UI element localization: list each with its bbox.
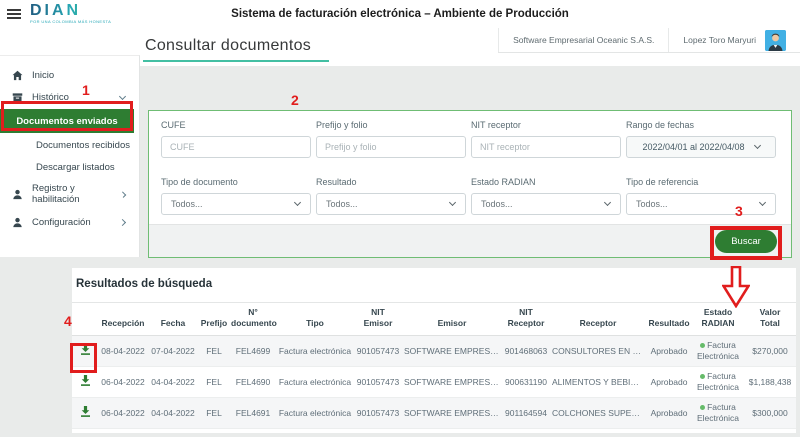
results-heading: Resultados de búsqueda [76,278,212,290]
page-title: Consultar documentos [145,37,311,55]
panel-footer: Buscar [149,224,791,257]
results-table: Recepción Fecha Prefijo N°documento Tipo… [72,302,796,429]
hamburger-menu-icon[interactable] [7,9,21,20]
top-bar: DIAN POR UNA COLOMBIA MÁS HONESTA Sistem… [0,0,800,28]
chevron-down-icon [449,199,456,206]
user-icon [12,189,23,200]
annotation-step-4: 4 [64,313,72,329]
estado-radian-cell: Factura Electrónica [692,398,744,429]
sidebar-item-registro[interactable]: Registro y habilitación [0,182,139,206]
app-title: Sistema de facturación electrónica – Amb… [140,0,660,28]
resultado-select[interactable]: Todos... [316,193,466,215]
status-dot [700,405,705,410]
table-row[interactable]: 08-04-2022 07-04-2022 FEL FEL4699 Factur… [72,336,796,367]
sidebar: Inicio Histórico Documentos enviados Doc… [0,55,140,257]
status-dot [700,343,705,348]
estado-radian-select[interactable]: Todos... [471,193,621,215]
table-row[interactable]: 06-04-2022 04-04-2022 FEL FEL4690 Factur… [72,367,796,398]
annotation-arrow-down [722,266,750,308]
chevron-right-icon [119,218,126,225]
chevron-down-icon [759,199,766,206]
field-nit-receptor: NIT receptor [471,120,621,158]
dian-logo-text: DIAN [30,3,111,19]
table-header-row: Recepción Fecha Prefijo N°documento Tipo… [72,303,796,336]
col-download [72,303,98,336]
field-estado-radian: Estado RADIAN Todos... [471,177,621,215]
col-recepcion: Recepción [98,303,148,336]
col-documento: N°documento [230,303,276,336]
field-prefijo-folio: Prefijo y folio [316,120,466,158]
col-nit-emisor: NITEmisor [354,303,402,336]
download-icon [79,374,92,387]
col-receptor: Receptor [550,303,646,336]
cufe-input[interactable] [161,136,311,158]
chevron-down-icon [294,199,301,206]
annotation-step-2: 2 [291,92,299,108]
chevron-right-icon [119,191,126,198]
annotation-box-buscar [710,226,782,260]
dian-logo: DIAN POR UNA COLOMBIA MÁS HONESTA [30,3,111,24]
col-prefijo: Prefijo [198,303,230,336]
field-tipo-referencia: Tipo de referencia Todos... [626,177,776,215]
field-cufe: CUFE [161,120,311,158]
user-settings-icon [12,217,23,228]
nit-receptor-input[interactable] [471,136,621,158]
estado-radian-cell: Factura Electrónica [692,367,744,398]
annotation-step-1: 1 [82,82,90,98]
results-card: Resultados de búsqueda Recepción Fecha P… [72,268,796,433]
field-resultado: Resultado Todos... [316,177,466,215]
chevron-down-icon [119,92,126,99]
field-tipo-documento: Tipo de documento Todos... [161,177,311,215]
search-filters-panel: CUFE Prefijo y folio NIT receptor Rango … [148,110,792,258]
sidebar-item-documentos-recibidos[interactable]: Documentos recibidos [0,134,139,156]
avatar[interactable] [765,30,786,51]
sidebar-item-inicio[interactable]: Inicio [0,64,139,86]
app-window: DIAN POR UNA COLOMBIA MÁS HONESTA Sistem… [0,0,800,437]
home-icon [12,70,23,81]
tipo-referencia-select[interactable]: Todos... [626,193,776,215]
account-bar: Software Empresarial Oceanic S.A.S. Lope… [498,28,800,53]
sidebar-item-descargar-listados[interactable]: Descargar listados [0,156,139,178]
tipo-documento-select[interactable]: Todos... [161,193,311,215]
chevron-down-icon [754,142,761,149]
col-nit-receptor: NITReceptor [502,303,550,336]
download-icon [79,405,92,418]
sidebar-item-configuracion[interactable]: Configuración [0,210,139,234]
col-emisor: Emisor [402,303,502,336]
date-range-select[interactable]: 2022/04/01 al 2022/04/08 [626,136,776,158]
chevron-down-icon [604,199,611,206]
prefijo-folio-input[interactable] [316,136,466,158]
company-name: Software Empresarial Oceanic S.A.S. [498,28,668,52]
status-dot [700,374,705,379]
col-fecha: Fecha [148,303,198,336]
col-resultado: Resultado [646,303,692,336]
avatar-image [765,30,786,51]
annotation-step-3: 3 [735,203,743,219]
estado-radian-cell: Factura Electrónica [692,336,744,367]
col-tipo: Tipo [276,303,354,336]
dian-logo-tagline: POR UNA COLOMBIA MÁS HONESTA [30,20,111,24]
col-valor-total: ValorTotal [744,303,796,336]
annotation-box-download [70,343,97,373]
download-button[interactable] [76,372,95,392]
download-button[interactable] [76,403,95,423]
annotation-box-documentos-enviados [1,101,133,131]
user-menu[interactable]: Lopez Toro Maryuri [668,28,800,52]
field-rango-fechas: Rango de fechas 2022/04/01 al 2022/04/08 [626,120,776,158]
page-title-underline [143,60,329,62]
user-name: Lopez Toro Maryuri [683,35,756,45]
table-row[interactable]: 06-04-2022 04-04-2022 FEL FEL4691 Factur… [72,398,796,429]
